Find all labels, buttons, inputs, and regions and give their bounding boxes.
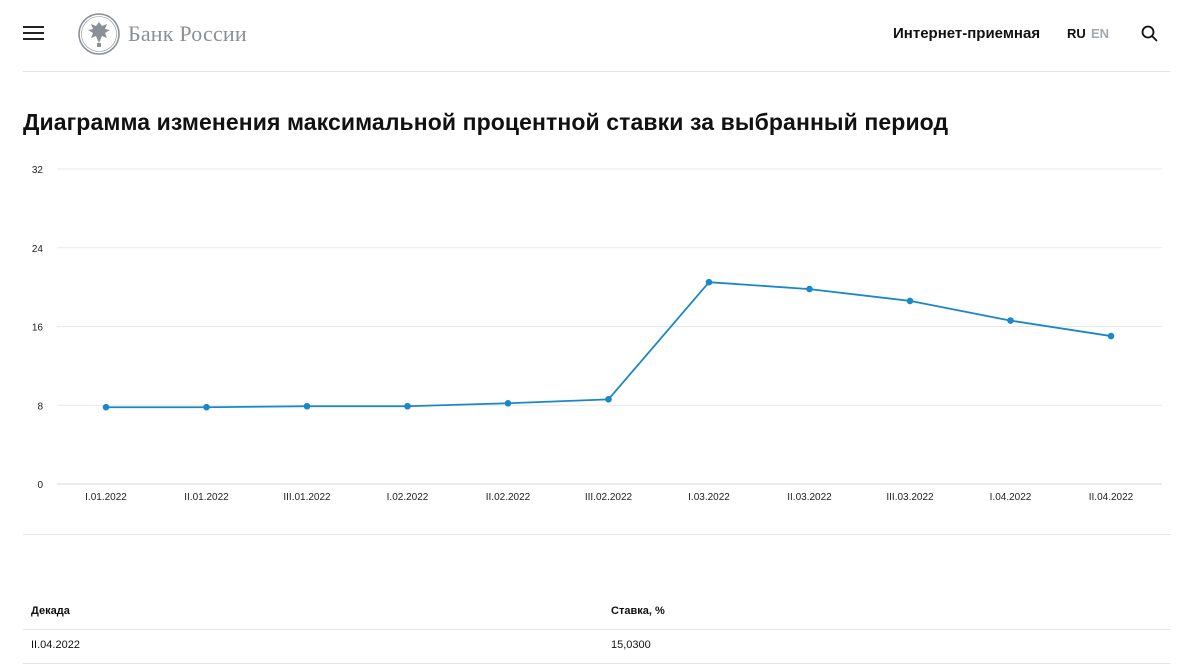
data-point (1107, 332, 1115, 340)
section-divider (23, 534, 1171, 535)
x-tick-label: I.03.2022 (688, 492, 730, 503)
x-tick-label: III.01.2022 (283, 492, 331, 503)
y-tick-label: 8 (37, 401, 43, 412)
data-point (605, 396, 612, 403)
x-tick-label: III.03.2022 (886, 492, 934, 503)
internet-reception-link[interactable]: Интернет-приемная (893, 25, 1040, 42)
rate-line-chart: 0 8 16 24 32 I.01.2022 II.01.2022 III.01.2022 I.… (32, 165, 1162, 503)
table-header-row: Декада Ставка, % (23, 596, 1171, 630)
x-tick-label: I.01.2022 (85, 492, 127, 503)
data-point (1007, 317, 1014, 324)
lang-ru-button[interactable]: RU (1067, 26, 1086, 41)
y-tick-label: 32 (32, 165, 44, 176)
data-point (705, 278, 713, 286)
site-header: Банк России Интернет-приемная RU EN (0, 0, 1200, 72)
menu-icon[interactable] (23, 24, 45, 42)
page-title: Диаграмма изменения максимальной процент… (23, 109, 949, 135)
series-line (106, 281, 1112, 409)
x-tick-label: II.04.2022 (1089, 492, 1134, 503)
table-row: II.04.2022 15,0300 (23, 630, 1171, 664)
data-point (102, 403, 110, 411)
x-tick-label: II.02.2022 (486, 492, 531, 503)
column-header-decade: Декада (31, 605, 70, 617)
data-point (806, 285, 813, 293)
data-point (504, 399, 512, 407)
x-tick-label: II.01.2022 (184, 492, 229, 503)
rate-table: Декада Ставка, % II.04.2022 15,0300 (23, 596, 1171, 664)
data-point (906, 297, 914, 305)
x-tick-label: III.02.2022 (585, 492, 633, 503)
bank-logo[interactable]: Банк России (78, 12, 247, 56)
y-tick-label: 24 (32, 244, 44, 255)
data-point (303, 402, 311, 410)
lang-en-button[interactable]: EN (1091, 26, 1109, 41)
x-tick-label: I.02.2022 (387, 492, 429, 503)
x-tick-label: II.03.2022 (787, 492, 832, 503)
search-icon[interactable] (1141, 25, 1158, 42)
data-point (203, 403, 210, 411)
x-tick-label: I.04.2022 (990, 492, 1032, 503)
data-point (404, 402, 411, 410)
logo-text: Банк России (128, 21, 247, 46)
y-tick-label: 0 (37, 480, 43, 491)
table-cell-decade: II.04.2022 (31, 639, 80, 651)
bank-emblem-icon (78, 13, 120, 55)
column-header-rate: Ставка, % (611, 605, 665, 617)
header-divider (23, 71, 1171, 72)
y-tick-label: 16 (32, 323, 44, 334)
table-cell-rate: 15,0300 (611, 639, 651, 651)
